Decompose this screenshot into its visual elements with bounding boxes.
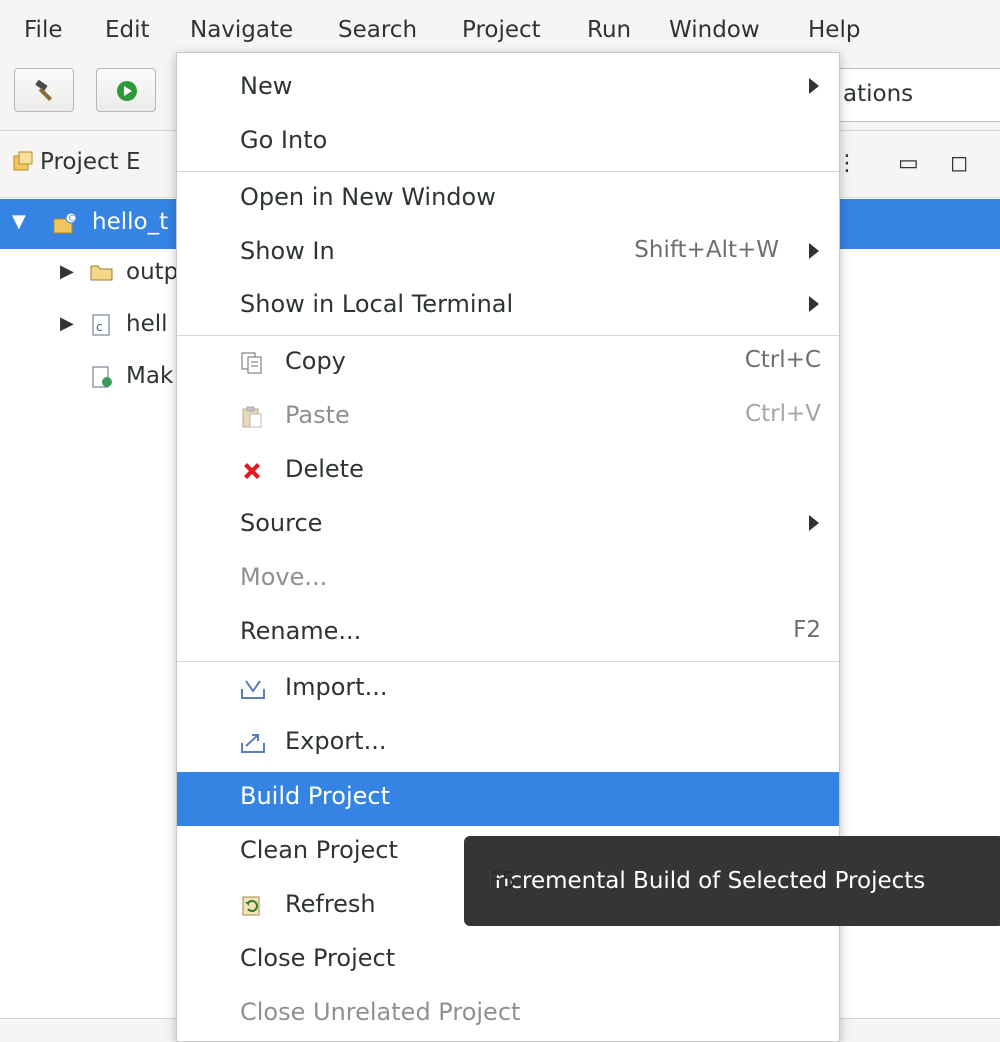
- menu-file[interactable]: File: [24, 12, 63, 48]
- menu-search[interactable]: Search: [338, 12, 417, 48]
- tree-label: hell: [126, 311, 168, 337]
- menu-separator: [177, 171, 839, 172]
- menu-project[interactable]: Project: [462, 12, 541, 48]
- project-explorer-icon: [12, 150, 34, 178]
- svg-text:C: C: [69, 214, 75, 223]
- menu-item-show-in[interactable]: Show In Shift+Alt+W: [177, 227, 839, 281]
- menu-item-import[interactable]: Import...: [177, 663, 839, 717]
- collapse-icon[interactable]: ▶: [60, 261, 74, 282]
- accelerator: Ctrl+V: [745, 401, 821, 427]
- submenu-arrow-icon: [809, 515, 819, 531]
- menu-item-copy[interactable]: Copy Ctrl+C: [177, 337, 839, 391]
- folder-icon: [90, 261, 114, 289]
- menu-navigate[interactable]: Navigate: [190, 12, 293, 48]
- c-project-icon: C: [52, 211, 78, 243]
- tree-label: outp: [126, 259, 179, 285]
- menu-item-build-project[interactable]: Build Project: [177, 772, 839, 826]
- tree-label: hello_t: [92, 209, 169, 235]
- menu-help[interactable]: Help: [808, 12, 860, 48]
- delete-icon: [240, 459, 264, 489]
- menu-item-go-into[interactable]: Go Into: [177, 116, 839, 170]
- menu-window[interactable]: Window: [669, 12, 760, 48]
- menu-item-source[interactable]: Source: [177, 499, 839, 553]
- refresh-icon: [240, 894, 264, 924]
- menu-item-new[interactable]: New: [177, 62, 839, 116]
- menu-separator: [177, 335, 839, 336]
- export-icon: [240, 731, 266, 761]
- accelerator: F2: [793, 617, 821, 643]
- view-title-label: Project E: [40, 149, 141, 175]
- menu-item-close-project[interactable]: Close Project: [177, 934, 839, 988]
- makefile-icon: [90, 365, 114, 395]
- submenu-arrow-icon: [809, 296, 819, 312]
- menu-item-move[interactable]: Move...: [177, 553, 839, 607]
- menu-edit[interactable]: Edit: [105, 12, 150, 48]
- hammer-icon: [35, 80, 52, 101]
- tree-label: Mak: [126, 363, 174, 389]
- c-file-icon: c: [90, 313, 112, 343]
- accelerator: Ctrl+C: [744, 347, 821, 373]
- tooltip: Incremental Build of Selected Projects F…: [464, 836, 1000, 926]
- copy-icon: [240, 351, 264, 381]
- menubar: File Edit Navigate Search Project Run Wi…: [0, 0, 1000, 60]
- maximize-icon[interactable]: ◻: [950, 151, 968, 176]
- minimize-icon[interactable]: ▭: [898, 151, 919, 176]
- menu-item-delete[interactable]: Delete: [177, 445, 839, 499]
- run-icon: [117, 81, 137, 101]
- view-tab-project-explorer[interactable]: Project E: [12, 149, 141, 178]
- menu-item-close-unrelated-project[interactable]: Close Unrelated Project: [177, 988, 839, 1042]
- submenu-arrow-icon: [809, 78, 819, 94]
- submenu-arrow-icon: [809, 243, 819, 259]
- import-icon: [240, 677, 266, 707]
- paste-icon: [240, 405, 264, 435]
- run-button[interactable]: [96, 68, 156, 112]
- collapse-icon[interactable]: ▶: [60, 313, 74, 334]
- menu-item-rename[interactable]: Rename... F2: [177, 607, 839, 661]
- launch-configuration-combo[interactable]: ations: [830, 68, 1000, 122]
- launch-configuration-label: ations: [843, 81, 914, 107]
- expand-icon[interactable]: ▼: [12, 211, 26, 232]
- menu-item-show-in-local-terminal[interactable]: Show in Local Terminal: [177, 280, 839, 334]
- menu-item-open-in-new-window[interactable]: Open in New Window: [177, 173, 839, 227]
- build-button[interactable]: [14, 68, 74, 112]
- menu-run[interactable]: Run: [587, 12, 631, 48]
- svg-text:c: c: [96, 320, 103, 334]
- accelerator: Shift+Alt+W: [634, 237, 779, 263]
- menu-item-export[interactable]: Export...: [177, 717, 839, 771]
- menu-item-paste[interactable]: Paste Ctrl+V: [177, 391, 839, 445]
- refresh-accelerator: F5: [488, 868, 516, 894]
- menu-separator: [177, 661, 839, 662]
